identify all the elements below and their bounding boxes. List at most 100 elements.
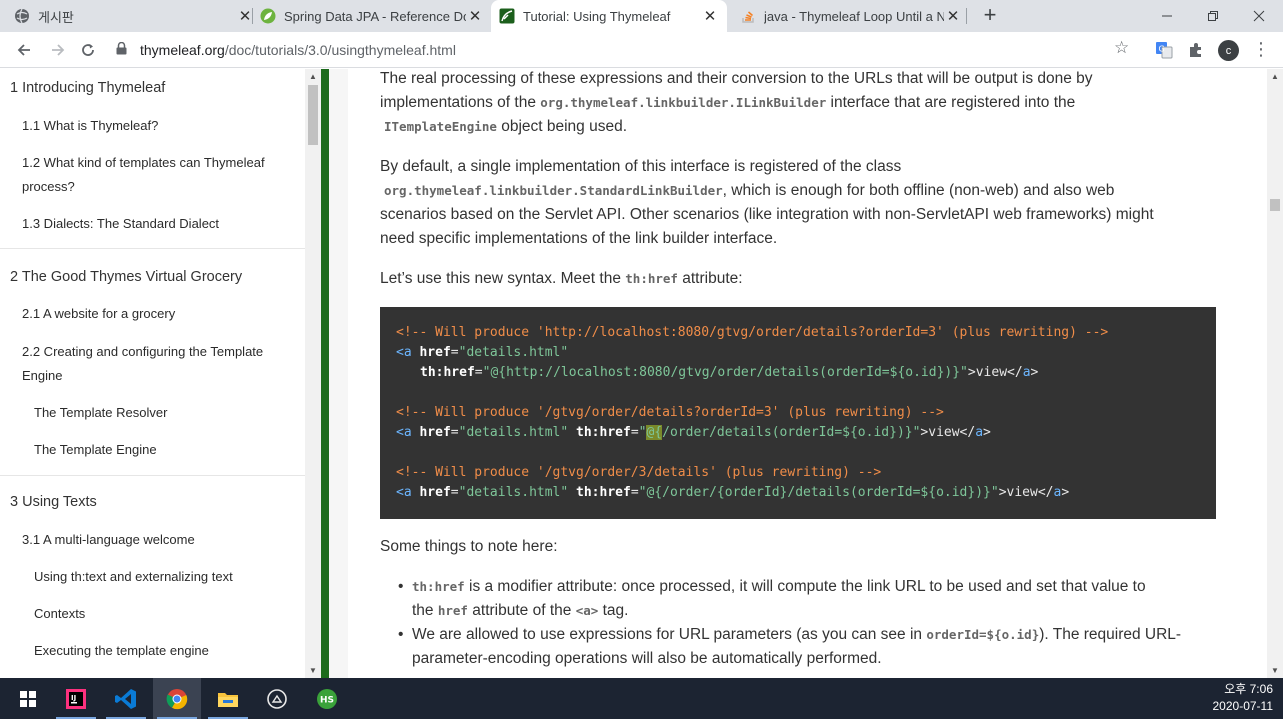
code-string: "details.html" [458,485,569,500]
toc-link-3[interactable]: 3 Using Texts [10,490,97,514]
code-punct: = [630,425,639,440]
toc-link-2-2-cont[interactable]: Engine [22,364,62,388]
scrollbar-thumb[interactable] [1270,199,1280,211]
code-punct: = [450,485,459,500]
windows-start-icon[interactable] [4,678,52,719]
thymeleaf-icon [499,8,515,24]
code-punct: > [983,425,991,440]
scrollbar-thumb[interactable] [308,85,318,145]
tab-stackoverflow[interactable]: java - Thymeleaf Loop Until a N ✕ [740,0,962,32]
svg-text:HS: HS [320,695,334,705]
toc-link-1-2[interactable]: 1.2 What kind of templates can Thymeleaf [22,151,265,175]
toc-link-template-engine[interactable]: The Template Engine [34,438,157,462]
close-window-button[interactable] [1236,0,1282,32]
tab-board[interactable]: 게시판 ✕ [14,0,254,32]
text-line: th:href is a modifier attribute: once pr… [412,575,1222,599]
code-tag: <a [396,485,412,500]
code-block[interactable]: <!-- Will produce 'http://localhost:8080… [380,307,1216,519]
code-punct: = [474,365,483,380]
toc-link-2-2[interactable]: 2.2 Creating and configuring the Templat… [22,340,263,364]
code-string: "details.html" [458,345,569,360]
tab-title: Tutorial: Using Thymeleaf [523,8,671,24]
url-path: /doc/tutorials/3.0/usingthymeleaf.html [224,42,456,58]
toc-link-th-text[interactable]: Using th:text and externalizing text [34,565,233,589]
tab-title: java - Thymeleaf Loop Until a N [764,8,944,24]
scroll-up-arrow-icon[interactable]: ▲ [1271,72,1279,81]
text-line: parameter-encoding operations will also … [412,650,882,667]
text: , which is enough for both offline (non-… [722,182,1115,199]
tab-spring-data-jpa[interactable]: Spring Data JPA - Reference Do ✕ [260,0,484,32]
text: ). The required URL- [1039,626,1182,643]
sidebar-scrollbar[interactable]: ▲ ▼ [305,69,321,678]
text: object being used. [496,118,628,135]
scroll-up-arrow-icon[interactable]: ▲ [309,72,317,81]
code-line: <a href="details.html" th:href="@{/order… [396,423,991,443]
code-tag: <a [396,425,412,440]
toc-link-1-2-cont[interactable]: process? [22,175,75,199]
code-string: "@{/order/{orderId}/details(orderId=${o.… [638,485,999,500]
toc-divider [0,248,305,249]
toc-link-2-1[interactable]: 2.1 A website for a grocery [22,302,175,326]
toc-link-1[interactable]: 1 Introducing Thymeleaf [10,76,165,100]
code-text: >view</ [967,365,1023,380]
vscode-icon[interactable] [102,678,150,719]
chrome-menu-icon[interactable]: ⋮ [1252,38,1270,60]
forward-button[interactable] [44,36,72,64]
clock-date: 2020-07-11 [1212,699,1274,713]
code-line: <a href="details.html" [396,343,568,363]
inline-code: href [437,603,468,618]
text-line: org.thymeleaf.linkbuilder.StandardLinkBu… [380,179,1216,203]
profile-avatar[interactable]: c [1218,40,1239,61]
scroll-down-arrow-icon[interactable]: ▼ [1271,666,1279,675]
code-attr: th:href [420,365,475,380]
address-bar[interactable]: thymeleaf.org/doc/tutorials/3.0/usingthy… [110,36,1147,64]
extensions-puzzle-icon[interactable] [1186,40,1206,60]
toc-link-1-3[interactable]: 1.3 Dialects: The Standard Dialect [22,212,219,236]
code-comment: <!-- Will produce 'http://localhost:8080… [396,325,1109,340]
text-line: ITemplateEngine object being used. [380,115,1216,139]
text: attribute: [677,270,743,287]
page-margin [1249,69,1267,678]
code-punct: = [450,345,459,360]
github-desktop-icon[interactable] [253,678,301,719]
close-icon[interactable]: ✕ [466,7,484,25]
sidebar-accent-rule [321,69,329,678]
google-translate-icon[interactable]: G [1154,40,1174,60]
code-tag: a [975,425,984,440]
tab-strip: 게시판 ✕ Spring Data JPA - Reference Do ✕ T… [0,0,1283,32]
file-explorer-icon[interactable] [204,678,252,719]
text-line: need specific implementations of the lin… [380,230,778,247]
inline-code: org.thymeleaf.linkbuilder.StandardLinkBu… [384,183,723,198]
toc-link-3-1[interactable]: 3.1 A multi-language welcome [22,528,195,552]
restore-button[interactable] [1190,0,1236,32]
reload-button[interactable] [74,36,102,64]
system-clock[interactable]: 오후 7:06 2020-07-11 [1213,681,1274,715]
text-line: The real processing of these expressions… [380,70,1093,87]
list-item: th:href is a modifier attribute: once pr… [398,575,1222,623]
toc-link-contexts[interactable]: Contexts [34,602,85,626]
text-line: By default, a single implementation of t… [380,158,902,175]
minimize-button[interactable] [1144,0,1190,32]
toc-link-2[interactable]: 2 The Good Thymes Virtual Grocery [10,265,242,289]
toc-link-executing[interactable]: Executing the template engine [34,639,209,663]
list-item: We are allowed to use expressions for UR… [398,623,1222,671]
lock-icon[interactable] [116,41,130,58]
scroll-down-arrow-icon[interactable]: ▼ [309,666,317,675]
close-icon[interactable]: ✕ [701,7,719,25]
intellij-icon[interactable]: IJ [52,678,100,719]
back-button[interactable] [10,36,38,64]
hs-app-icon[interactable]: HS [303,678,351,719]
toc-link-1-1[interactable]: 1.1 What is Thymeleaf? [22,114,158,138]
page-scrollbar[interactable]: ▲ ▼ [1267,69,1283,678]
close-icon[interactable]: ✕ [944,7,962,25]
new-tab-button[interactable]: + [978,3,1002,27]
bookmark-star-icon[interactable]: ☆ [1114,38,1129,58]
text: implementations of the [380,94,541,111]
text-line: implementations of the org.thymeleaf.lin… [380,91,1216,115]
code-attr: href [419,425,451,440]
code-tag: <a [396,345,412,360]
toc-link-template-resolver[interactable]: The Template Resolver [34,401,167,425]
code-text: >view</ [998,485,1054,500]
chrome-icon[interactable] [153,678,201,719]
tab-thymeleaf-tutorial[interactable]: Tutorial: Using Thymeleaf ✕ [491,0,727,32]
